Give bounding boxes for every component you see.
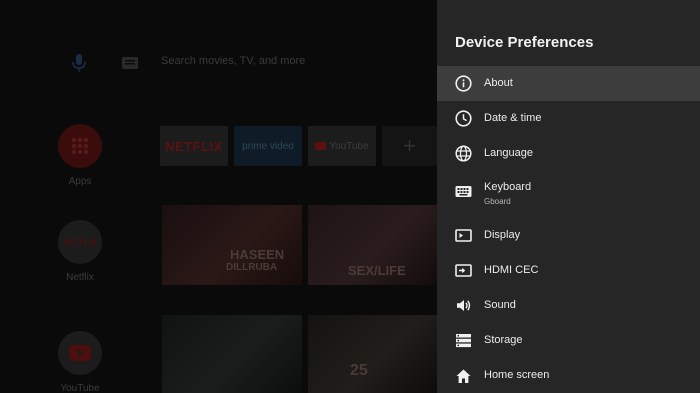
youtube-logo-icon [58, 331, 102, 375]
info-icon [455, 75, 472, 92]
plus-icon: + [403, 133, 416, 158]
microphone-icon[interactable] [70, 52, 88, 74]
youtube-play-icon [315, 142, 327, 150]
menu-item-hdmi-cec[interactable]: HDMI CEC [437, 253, 700, 288]
netflix-circle-wordmark: NETFLIX [63, 237, 97, 247]
menu-item-label: HDMI CEC [484, 264, 539, 276]
menu-item-storage[interactable]: Storage [437, 323, 700, 358]
youtube-tile-label: YouTube [329, 140, 369, 152]
menu-item-label: Date & time [484, 112, 542, 124]
poster-title: SEX/LIFE [348, 263, 406, 278]
search-placeholder[interactable]: Search movies, TV, and more [161, 55, 305, 67]
menu-item-label: Sound [484, 299, 516, 311]
menu-item-label: Display [484, 229, 521, 241]
menu-item-sublabel: Gboard [484, 197, 511, 206]
prime-video-tile[interactable]: prime video [234, 126, 302, 166]
speaker-icon [455, 297, 472, 314]
poster-movie-4[interactable]: 25 [308, 315, 437, 393]
globe-icon [455, 145, 472, 162]
menu-item-label: Storage [484, 334, 523, 346]
panel-title: Device Preferences [455, 34, 594, 51]
poster-sex-life[interactable]: SEX/LIFE [308, 205, 437, 285]
clock-icon [455, 110, 472, 127]
apps-launcher[interactable]: Apps [58, 124, 102, 187]
menu-item-label: About [484, 77, 513, 89]
home-icon [455, 367, 472, 384]
youtube-channel[interactable]: YouTube [58, 331, 102, 393]
menu-item-display[interactable]: Display [437, 218, 700, 253]
youtube-label: YouTube [60, 383, 100, 393]
youtube-tile[interactable]: YouTube [308, 126, 376, 166]
netflix-channel[interactable]: NETFLIX Netflix [58, 220, 102, 283]
menu-item-language[interactable]: Language [437, 136, 700, 171]
poster-haseen-dillruba[interactable]: HASEEN DILLRUBA [162, 205, 302, 285]
keyboard-search-icon[interactable] [121, 56, 139, 70]
netflix-label: Netflix [66, 272, 94, 283]
menu-item-about[interactable]: About [437, 66, 700, 101]
menu-item-label: Keyboard [484, 181, 532, 193]
poster-title-line1: HASEEN [230, 247, 285, 262]
menu-item-label: Home screen [484, 369, 550, 381]
apps-grid-icon [58, 124, 102, 168]
display-icon [455, 227, 472, 244]
netflix-tile[interactable]: NETFLIX [160, 126, 228, 166]
menu-item-keyboard[interactable]: Keyboard Gboard [437, 171, 700, 218]
netflix-logo-icon: NETFLIX [58, 220, 102, 264]
menu-item-label: Language [484, 147, 533, 159]
keyboard-icon [455, 183, 472, 200]
device-preferences-panel: Device Preferences About Date & time Lan… [437, 0, 700, 393]
storage-icon [455, 332, 472, 349]
poster-title: 25 [350, 362, 368, 379]
hdmi-cec-icon [455, 262, 472, 279]
home-screen-background: Search movies, TV, and more Apps NETFLIX… [0, 0, 437, 393]
add-app-tile[interactable]: + [382, 126, 437, 166]
apps-label: Apps [68, 176, 92, 187]
preferences-menu: About Date & time Language Keyboard Gboa… [437, 66, 700, 393]
menu-item-date-time[interactable]: Date & time [437, 101, 700, 136]
prime-video-tile-label: prime video [242, 140, 294, 152]
poster-movie-3[interactable] [162, 315, 302, 393]
menu-item-home-screen[interactable]: Home screen [437, 358, 700, 393]
menu-item-sound[interactable]: Sound [437, 288, 700, 323]
netflix-tile-label: NETFLIX [165, 138, 223, 154]
poster-title-line2: DILLRUBA [226, 262, 278, 273]
